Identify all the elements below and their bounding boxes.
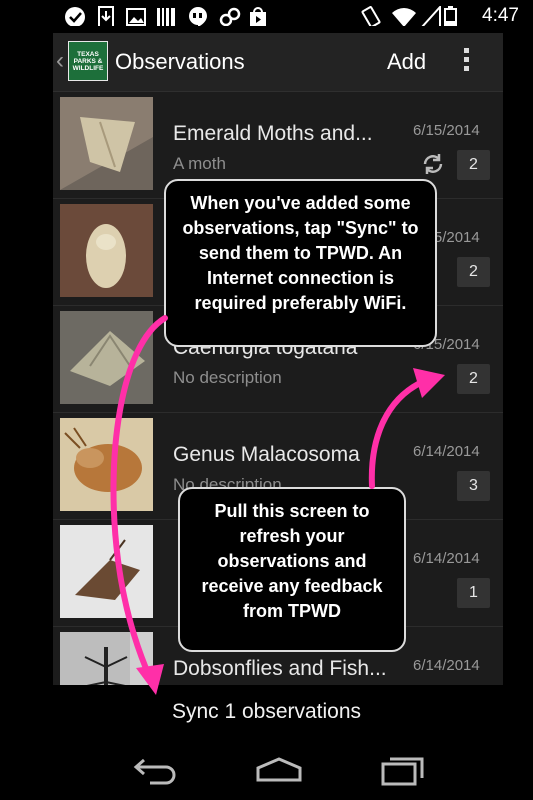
- insect-thumbnail: [60, 632, 153, 685]
- image-icon: [126, 8, 146, 26]
- observation-date: 6/14/2014: [413, 443, 480, 460]
- observation-title: Genus Malacosoma: [173, 443, 360, 466]
- download-icon: [98, 6, 114, 26]
- moth-thumbnail: [60, 311, 153, 404]
- battery-icon: [444, 6, 457, 26]
- logo-line: TEXAS: [77, 50, 99, 58]
- sync-icon: [423, 154, 443, 174]
- clock: 4:47: [482, 5, 519, 26]
- observation-description: No description: [173, 368, 282, 387]
- hangouts-icon: [189, 7, 207, 26]
- logo-line: WILDLIFE: [72, 64, 104, 72]
- moth-thumbnail: [60, 97, 153, 190]
- pull-to-refresh-tip-bubble[interactable]: Pull this screen to refresh your observa…: [178, 487, 406, 652]
- back-icon[interactable]: [130, 754, 178, 786]
- wifi-icon: [392, 8, 416, 26]
- moth-thumbnail: [60, 418, 153, 511]
- photo-count-badge: 2: [457, 364, 490, 394]
- page-title: Observations: [115, 49, 245, 74]
- navigation-bar: [0, 742, 533, 800]
- shop-bag-icon: [250, 7, 266, 26]
- logo-line: PARKS &: [73, 57, 103, 65]
- signal-icon: [421, 6, 441, 26]
- barcode-icon: [157, 8, 175, 26]
- check-circle-icon: [65, 7, 85, 26]
- recent-apps-icon[interactable]: [380, 754, 426, 786]
- observation-date: 6/14/2014: [413, 550, 480, 567]
- photo-count-badge: 1: [457, 578, 490, 608]
- action-bar: ‹ TEXAS PARKS & WILDLIFE Observations Ad…: [53, 33, 503, 92]
- observation-title: Dobsonflies and Fish...: [173, 657, 387, 680]
- photo-count-badge: 2: [457, 257, 490, 287]
- tpwd-logo[interactable]: TEXAS PARKS & WILDLIFE: [68, 41, 108, 81]
- moth-thumbnail: [60, 525, 153, 618]
- home-icon[interactable]: [254, 756, 304, 784]
- observation-description: A moth: [173, 154, 226, 173]
- sync-observations-button[interactable]: Sync 1 observations: [0, 700, 533, 724]
- observation-date: 6/15/2014: [413, 122, 480, 139]
- link-icon: [219, 7, 241, 26]
- photo-count-badge: 3: [457, 471, 490, 501]
- observation-date: 6/14/2014: [413, 657, 480, 674]
- overflow-menu-icon[interactable]: [461, 45, 471, 77]
- sync-tip-bubble[interactable]: When you've added some observations, tap…: [164, 179, 437, 347]
- up-caret-icon[interactable]: ‹: [56, 47, 64, 75]
- status-bar: 4:47: [0, 0, 533, 33]
- add-button[interactable]: Add: [387, 49, 426, 75]
- observation-title: Emerald Moths and...: [173, 122, 373, 145]
- photo-count-badge: 2: [457, 150, 490, 180]
- vibrate-icon: [361, 6, 381, 26]
- moth-thumbnail: [60, 204, 153, 297]
